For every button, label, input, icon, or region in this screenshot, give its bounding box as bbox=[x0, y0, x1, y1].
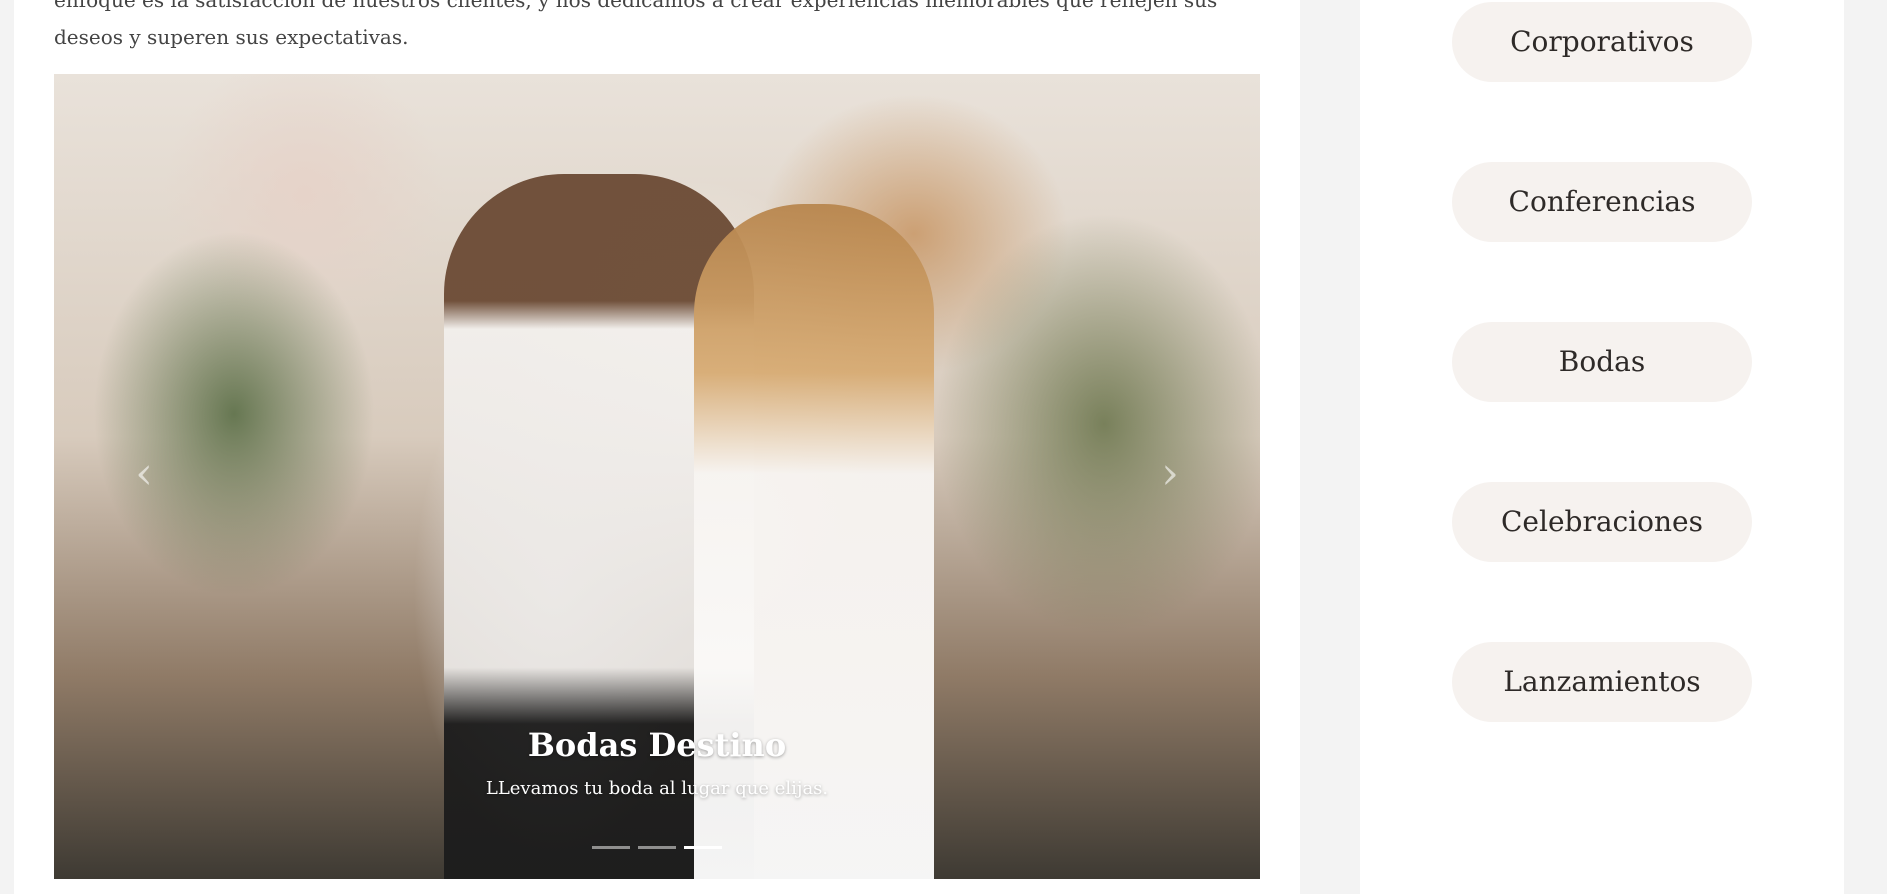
carousel-caption: Bodas Destino LLevamos tu boda al lugar … bbox=[54, 725, 1260, 801]
carousel-caption-subtitle: LLevamos tu boda al lugar que elijas. bbox=[485, 778, 829, 799]
category-list: Corporativos Conferencias Bodas Celebrac… bbox=[1452, 2, 1752, 722]
carousel-indicator-1[interactable] bbox=[592, 846, 630, 849]
carousel-prev-icon[interactable]: ‹ bbox=[114, 434, 174, 514]
carousel-next-icon[interactable]: › bbox=[1140, 434, 1200, 514]
main-content-panel: enfoque es la satisfacción de nuestros c… bbox=[14, 0, 1300, 894]
carousel-indicator-2[interactable] bbox=[638, 846, 676, 849]
carousel-indicator-3[interactable] bbox=[684, 846, 722, 849]
category-button-lanzamientos[interactable]: Lanzamientos bbox=[1452, 642, 1752, 722]
carousel-indicators bbox=[54, 846, 1260, 849]
category-button-conferencias[interactable]: Conferencias bbox=[1452, 162, 1752, 242]
category-button-bodas[interactable]: Bodas bbox=[1452, 322, 1752, 402]
carousel-caption-title: Bodas Destino bbox=[527, 726, 787, 764]
intro-paragraph: enfoque es la satisfacción de nuestros c… bbox=[54, 0, 1218, 49]
image-carousel[interactable]: ‹ › Bodas Destino LLevamos tu boda al lu… bbox=[54, 74, 1260, 879]
categories-sidebar: Corporativos Conferencias Bodas Celebrac… bbox=[1360, 0, 1844, 894]
category-button-corporativos[interactable]: Corporativos bbox=[1452, 2, 1752, 82]
category-button-celebraciones[interactable]: Celebraciones bbox=[1452, 482, 1752, 562]
